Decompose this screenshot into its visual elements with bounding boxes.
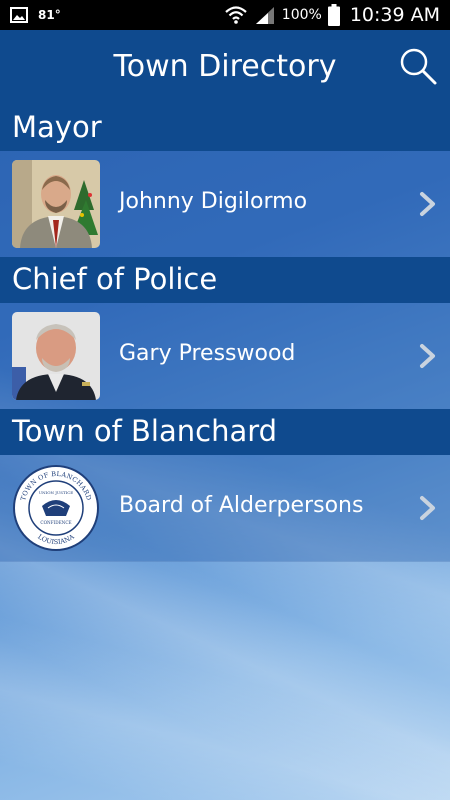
list-item-label: Johnny Digilormo bbox=[119, 189, 308, 214]
list-item-board-of-alderpersons[interactable]: TOWN OF BLANCHARD LOUISIANA UNION JUSTIC… bbox=[0, 455, 450, 562]
chevron-right-icon bbox=[420, 344, 435, 368]
gallery-icon bbox=[10, 7, 28, 23]
seal-inner-bottom-text: CONFIDENCE bbox=[40, 520, 71, 525]
page-title: Town Directory bbox=[113, 49, 337, 84]
mayor-photo bbox=[12, 160, 100, 248]
chevron-right-icon bbox=[420, 496, 435, 520]
wifi-icon bbox=[225, 6, 247, 24]
section-title: Town of Blanchard bbox=[12, 414, 278, 448]
list-item-mayor[interactable]: Johnny Digilormo bbox=[0, 151, 450, 258]
status-bar: 81° 100% 10:39 AM bbox=[0, 0, 450, 30]
town-seal-image: TOWN OF BLANCHARD LOUISIANA UNION JUSTIC… bbox=[12, 464, 100, 552]
list-item-chief-of-police[interactable]: Gary Presswood bbox=[0, 303, 450, 410]
chevron-right-icon bbox=[420, 192, 435, 216]
battery-percent: 100% bbox=[281, 7, 322, 23]
section-header-town-of-blanchard: Town of Blanchard bbox=[0, 409, 450, 455]
section-header-chief-of-police: Chief of Police bbox=[0, 257, 450, 303]
list-item-label: Gary Presswood bbox=[119, 341, 296, 366]
signal-icon bbox=[255, 7, 274, 24]
search-icon[interactable] bbox=[398, 46, 438, 86]
battery-icon bbox=[327, 4, 340, 26]
app-bar: Town Directory bbox=[0, 30, 450, 105]
section-title: Mayor bbox=[12, 110, 102, 144]
clock: 10:39 AM bbox=[349, 4, 440, 26]
temperature: 81° bbox=[38, 8, 61, 22]
seal-inner-top-text: UNION JUSTICE bbox=[39, 490, 74, 495]
list-item-label: Board of Alderpersons bbox=[119, 493, 364, 518]
chief-photo bbox=[12, 312, 100, 400]
section-header-mayor: Mayor bbox=[0, 105, 450, 151]
section-title: Chief of Police bbox=[12, 262, 218, 296]
